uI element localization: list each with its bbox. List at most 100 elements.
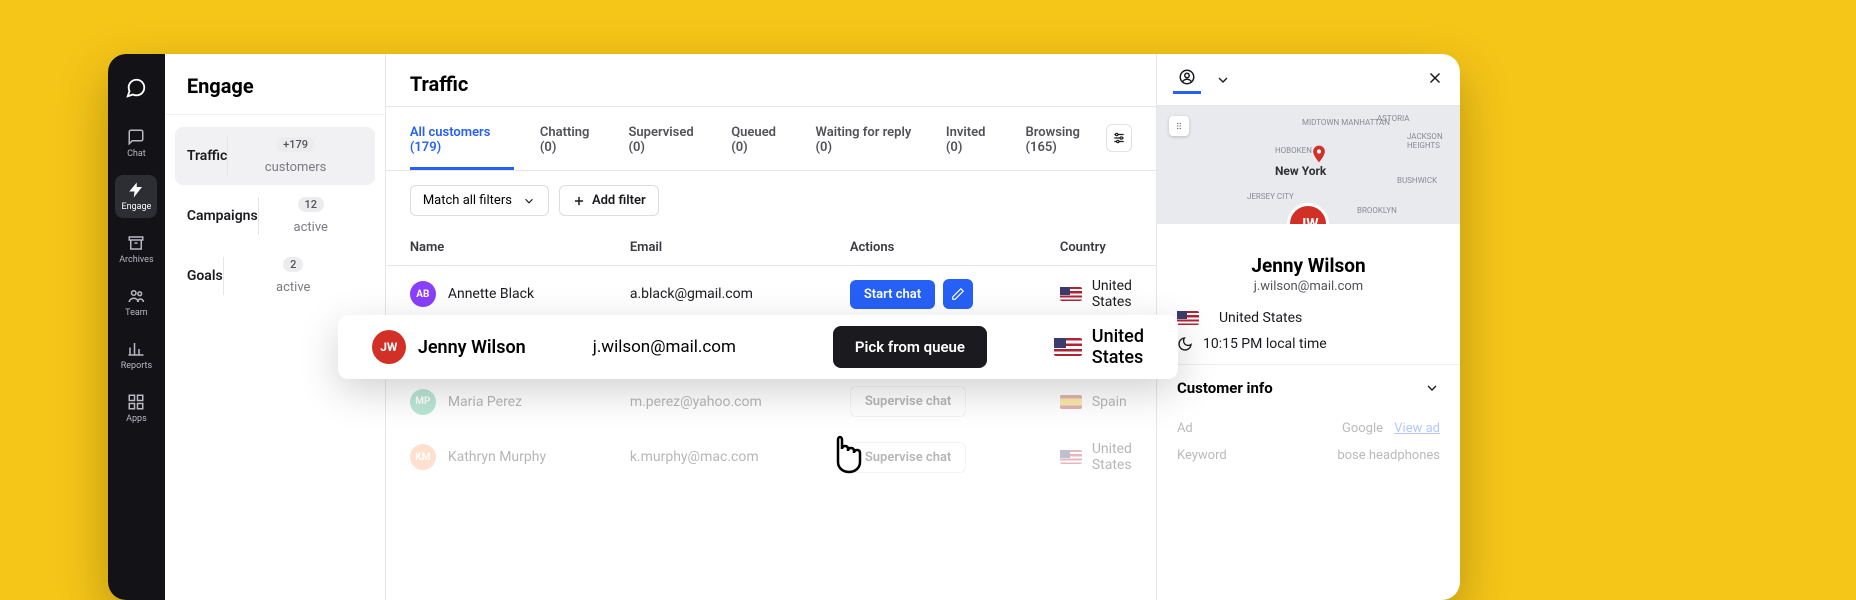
pointer-cursor-icon — [824, 434, 872, 482]
profile-tab-details[interactable] — [1173, 66, 1201, 94]
country-label: United States — [1092, 441, 1132, 473]
local-time-label: 10:15 PM local time — [1203, 336, 1327, 352]
sidebar-item-goals[interactable]: Goals 2 active — [175, 247, 375, 305]
avatar: JW — [372, 330, 406, 364]
map-area-label: HOBOKEN — [1275, 146, 1312, 155]
tab-count: (0) — [628, 140, 645, 155]
table-header: Name Email Actions Country — [386, 230, 1156, 266]
count-badge: 12 — [298, 197, 325, 212]
avatar: JW — [1287, 203, 1329, 224]
flag-icon — [1054, 338, 1082, 356]
chevron-down-icon — [1215, 72, 1231, 88]
profile-time-row: 10:15 PM local time — [1177, 336, 1440, 352]
rail-item-chat[interactable]: Chat — [115, 122, 157, 165]
customer-email: j.wilson@mail.com — [593, 337, 833, 357]
avatar: MP — [410, 389, 436, 415]
app-logo-icon[interactable] — [120, 72, 152, 104]
info-key: Ad — [1177, 421, 1193, 436]
rail-label: Apps — [126, 414, 147, 424]
table-row[interactable]: MP Maria Perez m.perez@yahoo.com Supervi… — [386, 374, 1156, 429]
customer-info-row: Keyword bose headphones — [1177, 442, 1440, 469]
start-chat-button[interactable]: Start chat — [850, 280, 935, 309]
tab-all-customers[interactable]: All customers (179) — [410, 113, 514, 170]
filters-toggle-button[interactable] — [1106, 124, 1132, 152]
tab-count: (0) — [731, 140, 748, 155]
sidebar-item-meta: active — [276, 280, 310, 295]
engage-title: Engage — [165, 54, 385, 115]
drag-handle[interactable] — [1169, 116, 1189, 136]
profile-tab-menu[interactable] — [1209, 66, 1237, 94]
tab-browsing[interactable]: Browsing (165) — [1026, 113, 1106, 170]
tab-label: Browsing — [1026, 125, 1080, 140]
sidebar-item-campaigns[interactable]: Campaigns 12 active — [175, 187, 375, 245]
tab-label: Supervised — [628, 125, 693, 140]
add-filter-button[interactable]: Add filter — [559, 185, 659, 216]
view-ad-link[interactable]: View ad — [1394, 421, 1440, 436]
map-area-label: JACKSON HEIGHTS — [1407, 132, 1460, 150]
table-row[interactable]: AB Annette Black a.black@gmail.com Start… — [386, 266, 1156, 322]
rail-label: Chat — [127, 149, 146, 159]
tab-label: Chatting — [540, 125, 590, 140]
info-value: bose headphones — [1337, 448, 1440, 463]
table-row-highlighted[interactable]: JW Jenny Wilson j.wilson@mail.com Pick f… — [338, 315, 1178, 379]
customer-email: k.murphy@mac.com — [630, 449, 850, 465]
reports-icon — [127, 340, 145, 358]
customer-name: Kathryn Murphy — [448, 449, 546, 465]
tab-label: Invited — [946, 125, 986, 140]
tab-waiting[interactable]: Waiting for reply (0) — [816, 113, 920, 170]
sidebar-item-meta: customers — [265, 160, 327, 175]
tab-supervised[interactable]: Supervised (0) — [628, 113, 705, 170]
plus-icon — [572, 194, 586, 208]
tab-label: Queued — [731, 125, 776, 140]
traffic-tabs: All customers (179) Chatting (0) Supervi… — [410, 113, 1106, 170]
tab-label: All customers — [410, 125, 491, 140]
user-circle-icon — [1178, 68, 1196, 86]
col-email: Email — [630, 240, 850, 255]
country-label: United States — [1092, 278, 1132, 310]
flag-icon — [1177, 311, 1199, 325]
filter-match-select[interactable]: Match all filters — [410, 185, 549, 216]
sidebar-item-traffic[interactable]: Traffic +179 customers — [175, 127, 375, 185]
drag-icon — [1174, 121, 1184, 131]
rail-item-reports[interactable]: Reports — [115, 334, 157, 377]
rail-label: Team — [125, 308, 148, 318]
tab-chatting[interactable]: Chatting (0) — [540, 113, 603, 170]
moon-icon — [1177, 336, 1193, 352]
tab-count: (179) — [410, 140, 441, 155]
customer-info-row: Ad Google View ad — [1177, 415, 1440, 442]
tab-count: (0) — [540, 140, 557, 155]
flag-icon — [1060, 395, 1082, 409]
edit-button[interactable] — [943, 279, 973, 309]
count-badge: +179 — [276, 137, 315, 152]
col-actions: Actions — [850, 240, 1060, 255]
tab-queued[interactable]: Queued (0) — [731, 113, 789, 170]
rail-label: Archives — [119, 255, 153, 265]
sidebar-item-label: Traffic — [187, 148, 228, 164]
location-map: ASTORIA MIDTOWN MANHATTAN JACKSON HEIGHT… — [1157, 106, 1460, 224]
supervise-chat-button[interactable]: Supervise chat — [850, 386, 966, 417]
section-title: Customer info — [1177, 379, 1273, 397]
col-name: Name — [410, 240, 630, 255]
customer-email: m.perez@yahoo.com — [630, 394, 850, 410]
rail-item-team[interactable]: Team — [115, 281, 157, 324]
rail-item-apps[interactable]: Apps — [115, 387, 157, 430]
customer-email: a.black@gmail.com — [630, 286, 850, 302]
table-row[interactable]: KM Kathryn Murphy k.murphy@mac.com Super… — [386, 429, 1156, 485]
avatar: AB — [410, 281, 436, 307]
rail-item-archives[interactable]: Archives — [115, 228, 157, 271]
customer-info-section[interactable]: Customer info — [1157, 364, 1460, 411]
map-area-label: MIDTOWN MANHATTAN — [1302, 118, 1390, 127]
map-city-label: New York — [1275, 164, 1326, 178]
profile-country-row: United States — [1177, 310, 1440, 326]
chevron-down-icon — [1424, 380, 1440, 396]
rail-item-engage[interactable]: Engage — [115, 175, 157, 218]
rail-label: Reports — [121, 361, 152, 371]
customer-name: Annette Black — [448, 286, 534, 302]
rail-label: Engage — [121, 202, 151, 212]
pick-from-queue-button[interactable]: Pick from queue — [833, 326, 987, 368]
profile-name: Jenny Wilson — [1177, 254, 1440, 277]
tab-invited[interactable]: Invited (0) — [946, 113, 1000, 170]
map-area-label: BUSHWICK — [1397, 176, 1437, 185]
avatar: KM — [410, 444, 436, 470]
close-panel-button[interactable] — [1426, 69, 1444, 91]
